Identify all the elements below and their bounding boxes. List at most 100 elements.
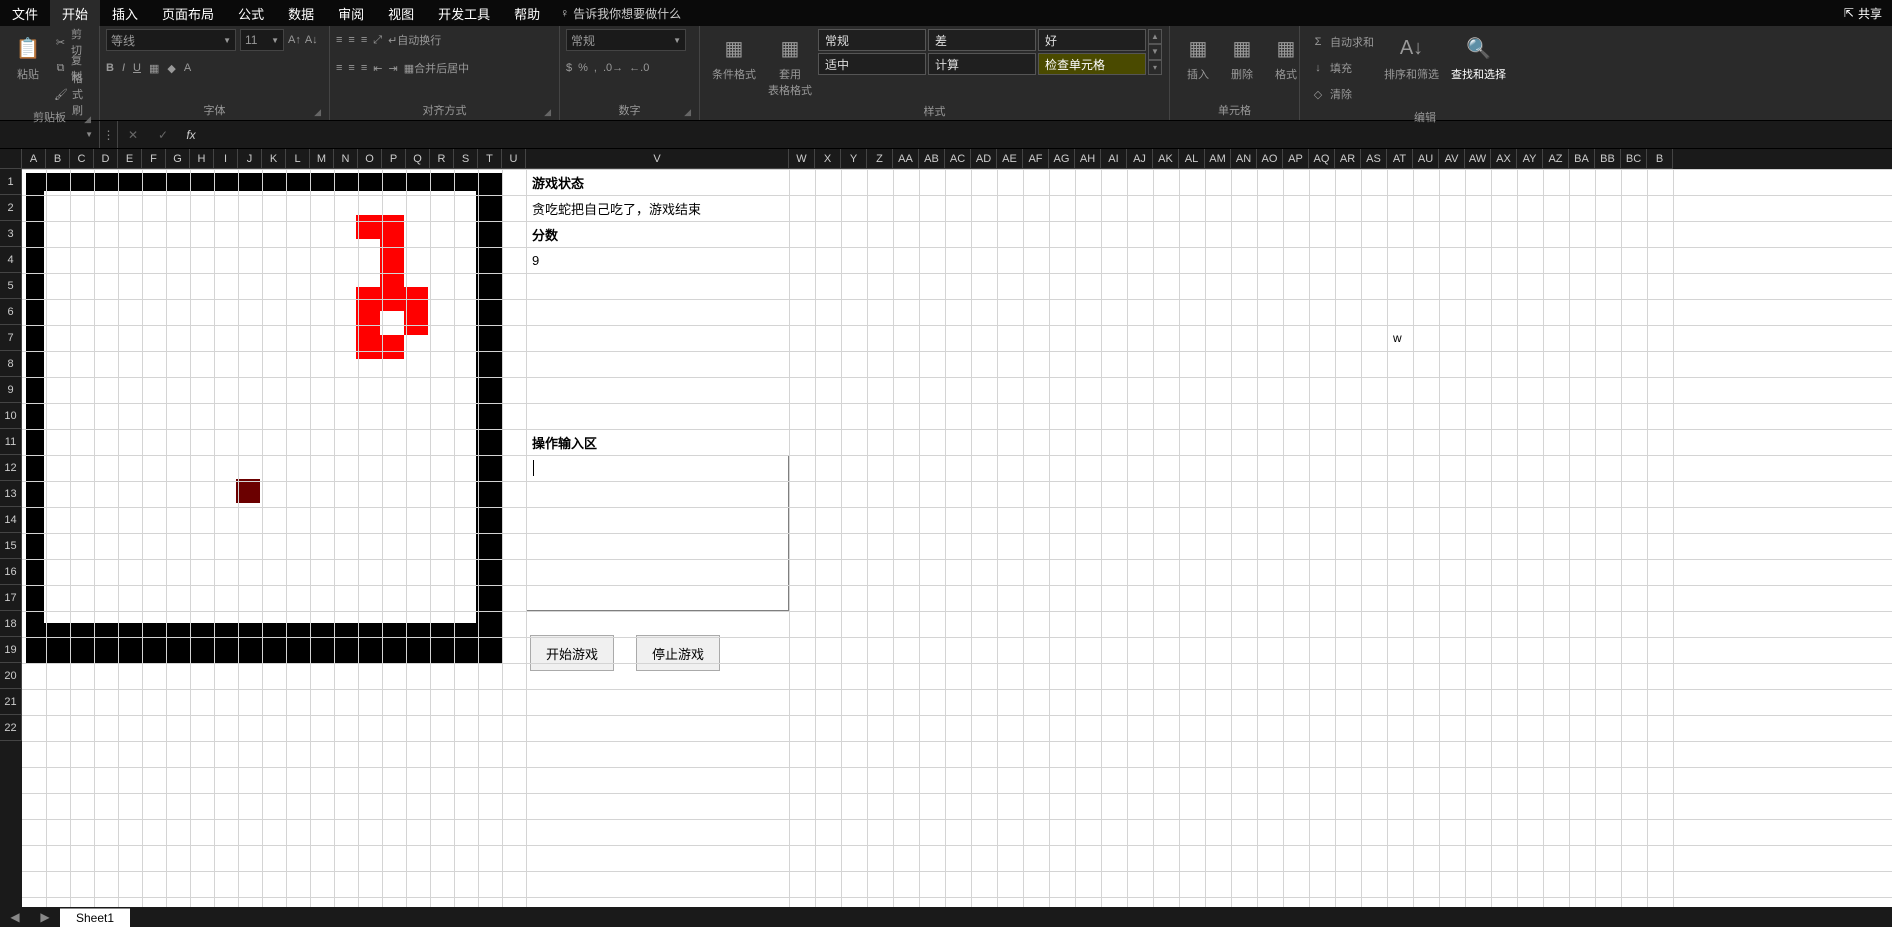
launcher-icon[interactable]: ◢ bbox=[84, 114, 91, 125]
row-header[interactable]: 2 bbox=[0, 195, 22, 221]
col-header[interactable]: Z bbox=[867, 149, 893, 169]
align-top-button[interactable]: ≡ bbox=[336, 29, 342, 51]
row-header[interactable]: 22 bbox=[0, 715, 22, 741]
sheet-nav[interactable]: ◀▶ bbox=[0, 910, 60, 924]
align-center-button[interactable]: ≡ bbox=[348, 57, 354, 79]
find-select-button[interactable]: 🔍查找和选择 bbox=[1445, 29, 1512, 85]
row-header[interactable]: 14 bbox=[0, 507, 22, 533]
row-header[interactable]: 20 bbox=[0, 663, 22, 689]
select-all-corner[interactable] bbox=[0, 149, 22, 169]
table-format-button[interactable]: ▦ 套用 表格格式 bbox=[762, 29, 818, 101]
col-header[interactable]: AQ bbox=[1309, 149, 1335, 169]
row-header[interactable]: 15 bbox=[0, 533, 22, 559]
col-header[interactable]: AT bbox=[1387, 149, 1413, 169]
col-header[interactable]: L bbox=[286, 149, 310, 169]
menu-页面布局[interactable]: 页面布局 bbox=[150, 0, 226, 26]
style-cell[interactable]: 计算 bbox=[928, 53, 1036, 75]
currency-button[interactable]: $ bbox=[566, 57, 572, 79]
row-header[interactable]: 4 bbox=[0, 247, 22, 273]
col-header[interactable]: BA bbox=[1569, 149, 1595, 169]
bold-button[interactable]: B bbox=[106, 57, 114, 79]
format-painter-button[interactable]: 🖌格式刷 bbox=[54, 83, 89, 105]
col-header[interactable]: AJ bbox=[1127, 149, 1153, 169]
number-format-combo[interactable]: 常规▼ bbox=[566, 29, 686, 51]
col-header[interactable]: AS bbox=[1361, 149, 1387, 169]
menu-帮助[interactable]: 帮助 bbox=[502, 0, 552, 26]
col-header[interactable]: A bbox=[22, 149, 46, 169]
row-header[interactable]: 17 bbox=[0, 585, 22, 611]
clear-button[interactable]: ◇清除 bbox=[1310, 83, 1374, 105]
style-cell[interactable]: 差 bbox=[928, 29, 1036, 51]
align-left-button[interactable]: ≡ bbox=[336, 57, 342, 79]
col-header[interactable]: AF bbox=[1023, 149, 1049, 169]
style-cell[interactable]: 好 bbox=[1038, 29, 1146, 51]
col-header[interactable]: AB bbox=[919, 149, 945, 169]
col-header[interactable]: AI bbox=[1101, 149, 1127, 169]
row-header[interactable]: 18 bbox=[0, 611, 22, 637]
fn-options-button[interactable]: ⋮ bbox=[100, 121, 118, 148]
row-header[interactable]: 6 bbox=[0, 299, 22, 325]
merge-button[interactable]: ▦合并后居中 bbox=[404, 57, 469, 79]
menu-文件[interactable]: 文件 bbox=[0, 0, 50, 26]
col-header[interactable]: C bbox=[70, 149, 94, 169]
col-header[interactable]: J bbox=[238, 149, 262, 169]
col-header[interactable]: AD bbox=[971, 149, 997, 169]
col-header[interactable]: AK bbox=[1153, 149, 1179, 169]
menu-开发工具[interactable]: 开发工具 bbox=[426, 0, 502, 26]
cells-area[interactable]: 游戏状态 贪吃蛇把自己吃了，游戏结束 分数 9 操作输入区 开始游戏 停止游戏 … bbox=[22, 169, 1892, 919]
col-header[interactable]: AV bbox=[1439, 149, 1465, 169]
col-header[interactable]: AU bbox=[1413, 149, 1439, 169]
col-header[interactable]: AR bbox=[1335, 149, 1361, 169]
col-header[interactable]: AG bbox=[1049, 149, 1075, 169]
paste-button[interactable]: 📋 粘贴 bbox=[6, 29, 50, 85]
font-color-button[interactable]: A bbox=[184, 57, 191, 79]
cut-button[interactable]: ✂剪切 bbox=[54, 31, 89, 53]
autosum-button[interactable]: Σ自动求和 bbox=[1310, 31, 1374, 53]
fx-button[interactable]: fx bbox=[178, 121, 204, 148]
col-header[interactable]: AZ bbox=[1543, 149, 1569, 169]
col-header[interactable]: H bbox=[190, 149, 214, 169]
col-header[interactable]: S bbox=[454, 149, 478, 169]
col-header[interactable]: B bbox=[1647, 149, 1673, 169]
italic-button[interactable]: I bbox=[122, 57, 125, 79]
col-header[interactable]: AO bbox=[1257, 149, 1283, 169]
col-header[interactable]: N bbox=[334, 149, 358, 169]
decrease-indent-button[interactable]: ⇤ bbox=[373, 57, 382, 79]
col-header[interactable]: AL bbox=[1179, 149, 1205, 169]
row-header[interactable]: 5 bbox=[0, 273, 22, 299]
row-header[interactable]: 9 bbox=[0, 377, 22, 403]
col-header[interactable]: AN bbox=[1231, 149, 1257, 169]
col-header[interactable]: AP bbox=[1283, 149, 1309, 169]
wrap-text-button[interactable]: ↵自动换行 bbox=[388, 29, 441, 51]
col-header[interactable]: O bbox=[358, 149, 382, 169]
col-header[interactable]: M bbox=[310, 149, 334, 169]
conditional-format-button[interactable]: ▦ 条件格式 bbox=[706, 29, 762, 85]
col-header[interactable]: W bbox=[789, 149, 815, 169]
row-header[interactable]: 12 bbox=[0, 455, 22, 481]
style-cell[interactable]: 常规 bbox=[818, 29, 926, 51]
menu-数据[interactable]: 数据 bbox=[276, 0, 326, 26]
align-middle-button[interactable]: ≡ bbox=[348, 29, 354, 51]
col-header[interactable]: Y bbox=[841, 149, 867, 169]
col-header[interactable]: K bbox=[262, 149, 286, 169]
col-header[interactable]: AC bbox=[945, 149, 971, 169]
menu-公式[interactable]: 公式 bbox=[226, 0, 276, 26]
col-header[interactable]: U bbox=[502, 149, 526, 169]
delete-cells-button[interactable]: ▦删除 bbox=[1220, 29, 1264, 85]
comma-button[interactable]: , bbox=[594, 57, 597, 79]
increase-font-button[interactable]: A↑ bbox=[288, 29, 301, 51]
col-header[interactable]: E bbox=[118, 149, 142, 169]
col-header[interactable]: X bbox=[815, 149, 841, 169]
col-header[interactable]: AX bbox=[1491, 149, 1517, 169]
insert-cells-button[interactable]: ▦插入 bbox=[1176, 29, 1220, 85]
align-right-button[interactable]: ≡ bbox=[361, 57, 367, 79]
launcher-icon[interactable]: ◢ bbox=[314, 107, 321, 118]
row-header[interactable]: 10 bbox=[0, 403, 22, 429]
row-header[interactable]: 13 bbox=[0, 481, 22, 507]
underline-button[interactable]: U bbox=[133, 57, 141, 79]
increase-indent-button[interactable]: ⇥ bbox=[388, 57, 397, 79]
col-header[interactable]: Q bbox=[406, 149, 430, 169]
stop-game-button[interactable]: 停止游戏 bbox=[636, 635, 720, 671]
menu-开始[interactable]: 开始 bbox=[50, 0, 100, 26]
col-header[interactable]: G bbox=[166, 149, 190, 169]
